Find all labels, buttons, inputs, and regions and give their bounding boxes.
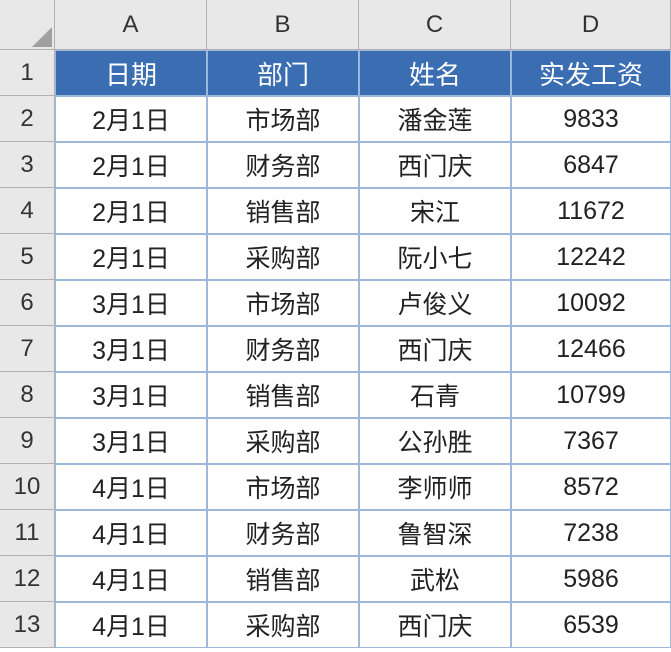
column-header-d[interactable]: D bbox=[511, 0, 671, 50]
row-header-8[interactable]: 8 bbox=[0, 372, 55, 418]
cell-b13[interactable]: 采购部 bbox=[207, 602, 359, 648]
row-header-9[interactable]: 9 bbox=[0, 418, 55, 464]
cell-b2[interactable]: 市场部 bbox=[207, 96, 359, 142]
row-header-12[interactable]: 12 bbox=[0, 556, 55, 602]
cell-a4[interactable]: 2月1日 bbox=[55, 188, 207, 234]
cell-b10[interactable]: 市场部 bbox=[207, 464, 359, 510]
cell-b3[interactable]: 财务部 bbox=[207, 142, 359, 188]
column-header-c[interactable]: C bbox=[359, 0, 511, 50]
row-header-10[interactable]: 10 bbox=[0, 464, 55, 510]
table-header-name[interactable]: 姓名 bbox=[359, 50, 511, 96]
cell-d9[interactable]: 7367 bbox=[511, 418, 671, 464]
cell-b11[interactable]: 财务部 bbox=[207, 510, 359, 556]
cell-c5[interactable]: 阮小七 bbox=[359, 234, 511, 280]
cell-d8[interactable]: 10799 bbox=[511, 372, 671, 418]
row-header-7[interactable]: 7 bbox=[0, 326, 55, 372]
row-header-2[interactable]: 2 bbox=[0, 96, 55, 142]
cell-c3[interactable]: 西门庆 bbox=[359, 142, 511, 188]
column-header-b[interactable]: B bbox=[207, 0, 359, 50]
cell-d3[interactable]: 6847 bbox=[511, 142, 671, 188]
column-header-a[interactable]: A bbox=[55, 0, 207, 50]
cell-c6[interactable]: 卢俊义 bbox=[359, 280, 511, 326]
row-header-4[interactable]: 4 bbox=[0, 188, 55, 234]
cell-a5[interactable]: 2月1日 bbox=[55, 234, 207, 280]
cell-c12[interactable]: 武松 bbox=[359, 556, 511, 602]
cell-c7[interactable]: 西门庆 bbox=[359, 326, 511, 372]
cell-c10[interactable]: 李师师 bbox=[359, 464, 511, 510]
cell-d11[interactable]: 7238 bbox=[511, 510, 671, 556]
cell-c8[interactable]: 石青 bbox=[359, 372, 511, 418]
cell-b9[interactable]: 采购部 bbox=[207, 418, 359, 464]
cell-d5[interactable]: 12242 bbox=[511, 234, 671, 280]
cell-c11[interactable]: 鲁智深 bbox=[359, 510, 511, 556]
cell-d4[interactable]: 11672 bbox=[511, 188, 671, 234]
row-header-6[interactable]: 6 bbox=[0, 280, 55, 326]
cell-c4[interactable]: 宋江 bbox=[359, 188, 511, 234]
cell-d6[interactable]: 10092 bbox=[511, 280, 671, 326]
cell-d12[interactable]: 5986 bbox=[511, 556, 671, 602]
cell-c9[interactable]: 公孙胜 bbox=[359, 418, 511, 464]
cell-b5[interactable]: 采购部 bbox=[207, 234, 359, 280]
cell-a9[interactable]: 3月1日 bbox=[55, 418, 207, 464]
cell-a10[interactable]: 4月1日 bbox=[55, 464, 207, 510]
cell-a8[interactable]: 3月1日 bbox=[55, 372, 207, 418]
row-header-5[interactable]: 5 bbox=[0, 234, 55, 280]
cell-a12[interactable]: 4月1日 bbox=[55, 556, 207, 602]
cell-d10[interactable]: 8572 bbox=[511, 464, 671, 510]
cell-c13[interactable]: 西门庆 bbox=[359, 602, 511, 648]
cell-a11[interactable]: 4月1日 bbox=[55, 510, 207, 556]
cell-a3[interactable]: 2月1日 bbox=[55, 142, 207, 188]
cell-d2[interactable]: 9833 bbox=[511, 96, 671, 142]
row-header-3[interactable]: 3 bbox=[0, 142, 55, 188]
cell-b12[interactable]: 销售部 bbox=[207, 556, 359, 602]
cell-a7[interactable]: 3月1日 bbox=[55, 326, 207, 372]
cell-a2[interactable]: 2月1日 bbox=[55, 96, 207, 142]
cell-b8[interactable]: 销售部 bbox=[207, 372, 359, 418]
cell-a6[interactable]: 3月1日 bbox=[55, 280, 207, 326]
table-header-date[interactable]: 日期 bbox=[55, 50, 207, 96]
cell-b4[interactable]: 销售部 bbox=[207, 188, 359, 234]
cell-d13[interactable]: 6539 bbox=[511, 602, 671, 648]
table-header-salary[interactable]: 实发工资 bbox=[511, 50, 671, 96]
cell-b6[interactable]: 市场部 bbox=[207, 280, 359, 326]
cell-c2[interactable]: 潘金莲 bbox=[359, 96, 511, 142]
row-header-1[interactable]: 1 bbox=[0, 50, 55, 96]
spreadsheet-grid: A B C D 1 日期 部门 姓名 实发工资 2 2月1日 市场部 潘金莲 9… bbox=[0, 0, 671, 648]
cell-b7[interactable]: 财务部 bbox=[207, 326, 359, 372]
table-header-department[interactable]: 部门 bbox=[207, 50, 359, 96]
row-header-13[interactable]: 13 bbox=[0, 602, 55, 648]
row-header-11[interactable]: 11 bbox=[0, 510, 55, 556]
cell-a13[interactable]: 4月1日 bbox=[55, 602, 207, 648]
select-all-corner[interactable] bbox=[0, 0, 55, 50]
cell-d7[interactable]: 12466 bbox=[511, 326, 671, 372]
